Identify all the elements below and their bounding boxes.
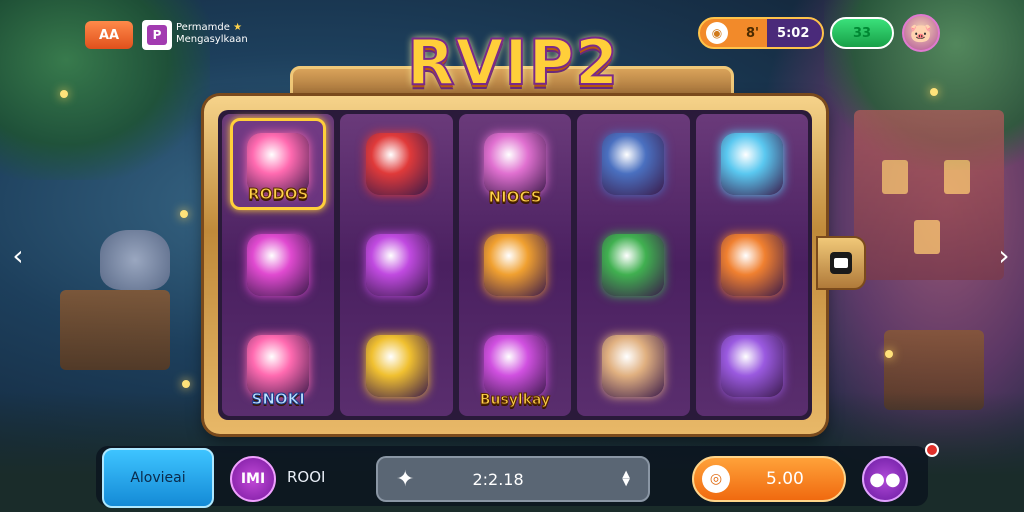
reel-symbol[interactable] bbox=[704, 219, 800, 311]
cat-character bbox=[100, 230, 170, 290]
firefly-glow bbox=[182, 380, 190, 388]
firefly-glow bbox=[885, 350, 893, 358]
next-arrow-icon[interactable]: › bbox=[992, 240, 1016, 272]
app-logo-icon[interactable]: P bbox=[142, 20, 172, 50]
bird-lemon-icon bbox=[247, 334, 310, 397]
reel-symbol[interactable] bbox=[704, 320, 800, 412]
candy-icon bbox=[484, 233, 547, 296]
reel-symbol[interactable] bbox=[349, 320, 445, 412]
blue-star-icon bbox=[720, 133, 783, 196]
gem-counter[interactable]: 33 bbox=[830, 17, 894, 49]
balance-secondary: 5:02 bbox=[777, 25, 810, 41]
prev-arrow-icon[interactable]: ‹ bbox=[6, 240, 30, 272]
symbol-label: SNOKI bbox=[251, 389, 305, 408]
symbol-label: RODOS bbox=[248, 185, 309, 204]
avatar-icon[interactable]: 🐷 bbox=[902, 14, 940, 52]
bet-field[interactable]: ✦ 2:2.18 ▲ ▼ bbox=[376, 456, 650, 502]
balance-pill[interactable]: ◉ 8' 5:02 bbox=[698, 17, 824, 49]
coin-icon: ◉ bbox=[706, 22, 728, 44]
more-options-icon[interactable]: ●● bbox=[862, 456, 908, 502]
camera-button[interactable] bbox=[816, 236, 866, 290]
apple-basket-icon bbox=[365, 133, 428, 196]
background-house bbox=[854, 110, 1004, 280]
reel-5 bbox=[695, 114, 809, 416]
auto-button[interactable]: Alovieai bbox=[102, 448, 214, 508]
reel-symbol[interactable] bbox=[467, 219, 563, 311]
star-icon: ✦ bbox=[396, 466, 415, 492]
reel-symbol[interactable] bbox=[349, 219, 445, 311]
ghost-card-icon bbox=[484, 133, 547, 196]
pink-lantern-icon bbox=[247, 233, 310, 296]
reel-2 bbox=[340, 114, 453, 416]
symbol-label: NIOCS bbox=[488, 188, 542, 207]
magic-box-icon bbox=[484, 334, 547, 397]
room-label: ROOI bbox=[287, 468, 326, 486]
pod-creature-icon bbox=[602, 334, 665, 397]
spin-value: 5.00 bbox=[766, 469, 804, 489]
reel-symbol[interactable] bbox=[230, 219, 326, 311]
coin-icon: ◎ bbox=[702, 465, 730, 493]
reel-symbol[interactable]: NIOCS bbox=[467, 118, 563, 210]
stepper-icon[interactable]: ▲ ▼ bbox=[622, 470, 630, 488]
reel-1: RODOS SNOKI bbox=[222, 114, 335, 416]
reel-symbol[interactable] bbox=[585, 320, 681, 412]
orange-lantern-icon bbox=[720, 233, 783, 296]
bet-value: 2:2.18 bbox=[472, 469, 524, 489]
pink-spool-icon bbox=[365, 233, 428, 296]
firefly-glow bbox=[180, 210, 188, 218]
reel-symbol[interactable]: SNOKI bbox=[230, 320, 326, 412]
reel-symbol[interactable]: Busylkay bbox=[467, 320, 563, 412]
promo-text[interactable]: Permamde ★ Mengasylkaan bbox=[176, 22, 248, 46]
purple-gem-icon bbox=[720, 334, 783, 397]
reel-symbol[interactable] bbox=[585, 118, 681, 210]
reel-symbol[interactable] bbox=[585, 219, 681, 311]
background-crate-left bbox=[60, 290, 170, 370]
star-icon: ★ bbox=[233, 22, 243, 33]
firefly-glow bbox=[930, 88, 938, 96]
reel-symbol[interactable] bbox=[349, 118, 445, 210]
notification-dot bbox=[925, 443, 939, 457]
spin-button[interactable]: ◎ 5.00 bbox=[692, 456, 846, 502]
balance-primary: 8' bbox=[746, 25, 760, 41]
reels-container: RODOS SNOKI NIOCS Busylkay bbox=[218, 110, 812, 420]
symbol-label: Busylkay bbox=[479, 391, 551, 408]
slot-frame: RODOS SNOKI NIOCS Busylkay bbox=[204, 96, 826, 434]
gold-roll-icon bbox=[365, 334, 428, 397]
blue-cannon-icon bbox=[602, 133, 665, 196]
reel-symbol[interactable] bbox=[704, 118, 800, 210]
game-title: RVIP2 bbox=[406, 25, 620, 100]
reel-3: NIOCS Busylkay bbox=[458, 114, 572, 416]
menu-button[interactable]: IMI bbox=[230, 456, 276, 502]
camera-icon bbox=[830, 252, 852, 274]
reel-4 bbox=[577, 114, 690, 416]
promo-line-2: Mengasylkaan bbox=[176, 34, 248, 45]
fruit-bowl-icon bbox=[602, 233, 665, 296]
firefly-glow bbox=[60, 90, 68, 98]
promo-line-1: Permamde bbox=[176, 22, 230, 33]
level-badge[interactable]: AA bbox=[85, 21, 133, 49]
reel-symbol[interactable]: RODOS bbox=[230, 118, 327, 211]
